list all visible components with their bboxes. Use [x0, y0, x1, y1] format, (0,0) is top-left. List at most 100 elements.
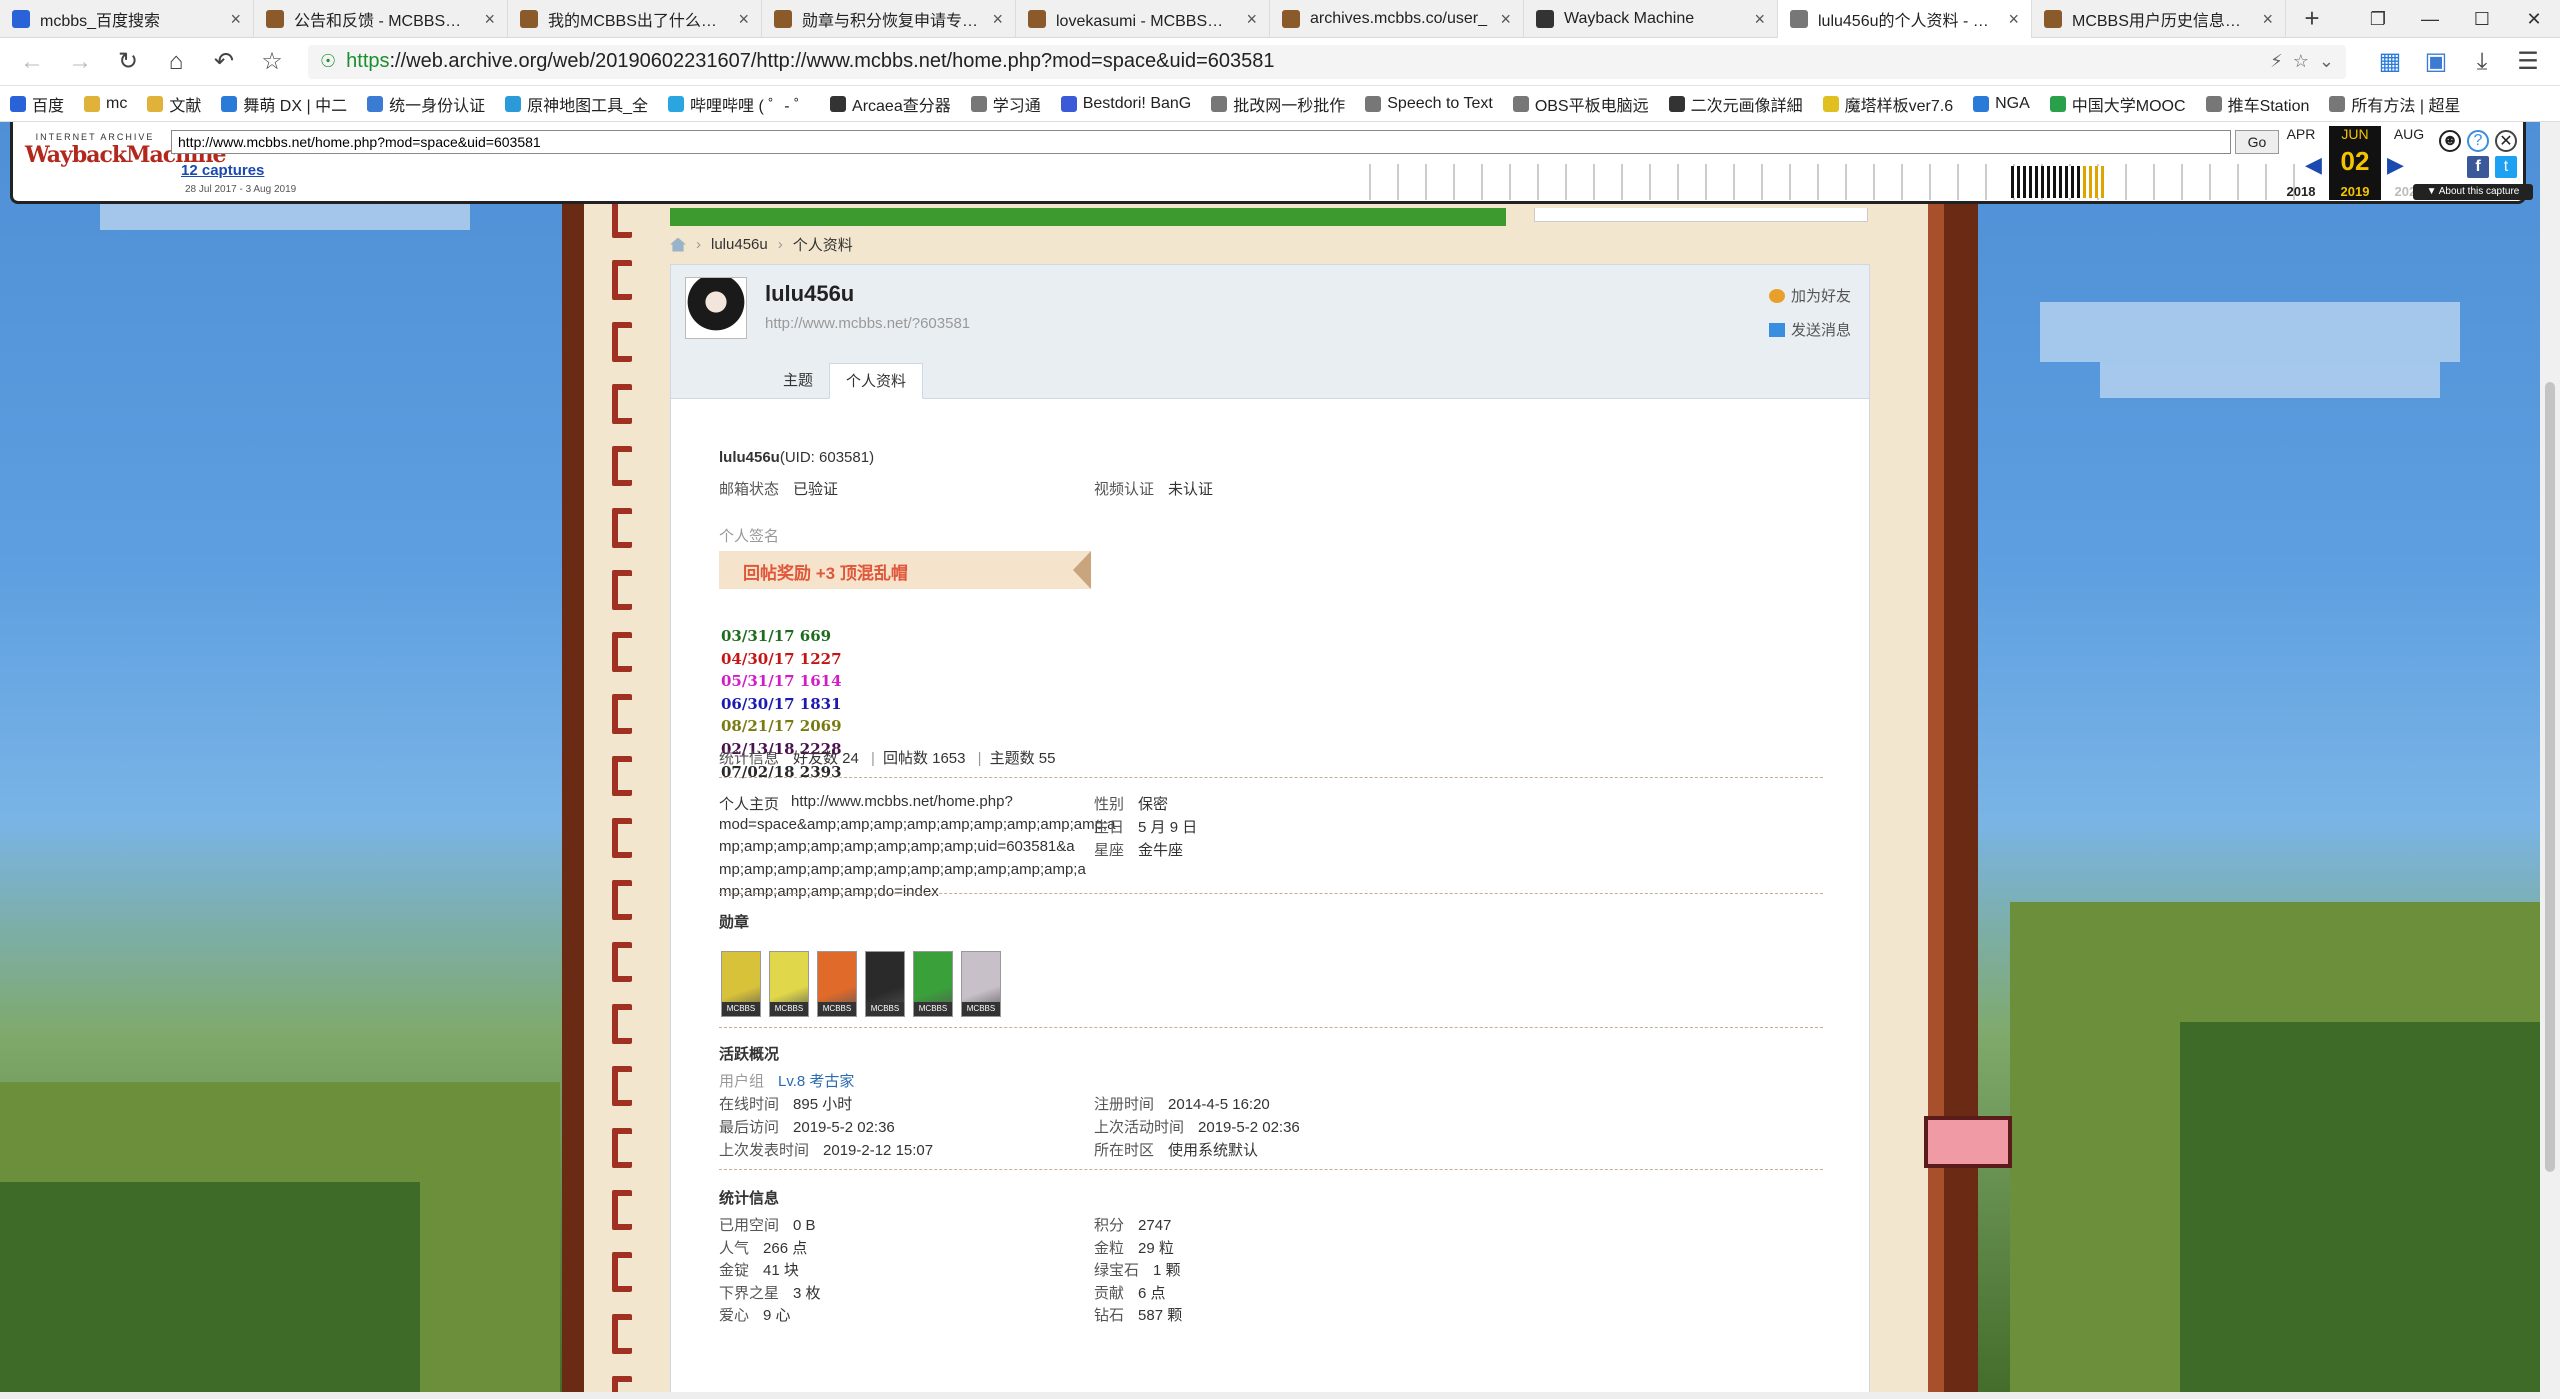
facebook-icon[interactable]: f	[2467, 156, 2489, 178]
bookmark-label: 二次元画像詳細	[1690, 97, 1803, 115]
translate-icon[interactable]: ▣	[2416, 42, 2456, 82]
wayback-sparkline[interactable]	[1343, 164, 2303, 200]
twitter-icon[interactable]: t	[2495, 156, 2517, 178]
black-medal[interactable]: MCBBS	[865, 951, 905, 1017]
prev-month[interactable]: APR 2018	[2275, 126, 2327, 199]
download-icon[interactable]: ⤓	[2462, 42, 2502, 82]
add-friend-button[interactable]: 加为好友	[1768, 285, 1851, 306]
minimize-icon[interactable]: —	[2404, 0, 2456, 38]
tab-favicon-icon	[12, 10, 30, 28]
signature-banner[interactable]: 回帖奖励 +3 顶混乱帽	[719, 551, 1091, 589]
prev-capture-icon[interactable]: ◀	[2305, 152, 2322, 178]
close-window-icon[interactable]: ✕	[2508, 0, 2560, 38]
scrollbar-thumb[interactable]	[2545, 382, 2555, 1172]
pickaxe-gold-medal[interactable]: MCBBS	[721, 951, 761, 1017]
wayback-url-input[interactable]	[171, 130, 2231, 154]
avatar[interactable]	[685, 277, 747, 339]
browser-tab[interactable]: lovekasumi - MCBBS纪念 ×	[1016, 0, 1270, 38]
bookmark-item[interactable]: 所有方法 | 超星	[2329, 92, 2460, 116]
browser-tab[interactable]: Wayback Machine ×	[1524, 0, 1778, 38]
bookmark-item[interactable]: 学习通	[970, 92, 1041, 116]
bookmark-item[interactable]: 推车Station	[2205, 92, 2309, 116]
next-capture-icon[interactable]: ▶	[2387, 152, 2404, 178]
maximize-icon[interactable]: ☐	[2456, 0, 2508, 38]
group-value[interactable]: Lv.8 考古家	[778, 1073, 854, 1090]
close-tab-icon[interactable]: ×	[738, 9, 749, 30]
browser-tab[interactable]: 勋章与积分恢复申请专贴 - ×	[762, 0, 1016, 38]
bookmark-item[interactable]: 哔哩哔哩 ( ゜- ゜	[668, 92, 810, 116]
stat-label: 贡献	[1094, 1284, 1125, 1302]
close-tab-icon[interactable]: ×	[1754, 9, 1765, 30]
browser-tab[interactable]: 公告和反馈 - MCBBS纪念 ×	[254, 0, 508, 38]
address-url[interactable]: https://web.archive.org/web/201906022316…	[346, 50, 2260, 73]
bookmark-item[interactable]: Speech to Text	[1365, 95, 1493, 113]
bookmark-item[interactable]: mc	[84, 95, 127, 113]
wayback-logo[interactable]: INTERNET ARCHIVE WaybackMachine	[25, 132, 226, 168]
tab-threads[interactable]: 主题	[767, 363, 829, 399]
orange-medal[interactable]: MCBBS	[817, 951, 857, 1017]
breadcrumb-user[interactable]: lulu456u	[711, 236, 768, 253]
wayback-go-button[interactable]: Go	[2235, 130, 2279, 154]
bookmark-item[interactable]: 原神地图工具_全	[505, 92, 648, 116]
grey-medal[interactable]: MCBBS	[961, 951, 1001, 1017]
help-icon[interactable]: ?	[2467, 130, 2489, 152]
forward-icon[interactable]: →	[60, 42, 100, 82]
user-icon[interactable]: ☻	[2439, 130, 2461, 152]
close-tab-icon[interactable]: ×	[484, 9, 495, 30]
browser-tab[interactable]: mcbbs_百度搜索 ×	[0, 0, 254, 38]
pickaxe-yellow-medal[interactable]: MCBBS	[769, 951, 809, 1017]
send-message-button[interactable]: 发送消息	[1768, 319, 1851, 340]
horizontal-scrollbar[interactable]	[0, 1392, 2540, 1399]
book-medal[interactable]: MCBBS	[913, 951, 953, 1017]
bookmark-item[interactable]: 舞萌 DX | 中二	[221, 92, 347, 116]
address-bar[interactable]: ☉ https://web.archive.org/web/2019060223…	[308, 44, 2346, 79]
friends-count[interactable]: 好友数 24	[793, 750, 859, 767]
reply-count[interactable]: 回帖数 1653	[883, 750, 966, 767]
home-icon[interactable]: ⌂	[156, 42, 196, 82]
flash-icon[interactable]: ⚡	[2270, 51, 2283, 72]
undo-icon[interactable]: ↶	[204, 42, 244, 82]
close-tab-icon[interactable]: ×	[2262, 9, 2273, 30]
bookmark-item[interactable]: 文献	[147, 92, 201, 116]
browser-tab[interactable]: lulu456u的个人资料 - Min ×	[1778, 0, 2032, 38]
bookmark-item[interactable]: OBS平板电脑远	[1512, 92, 1649, 116]
next-month[interactable]: AUG 2020	[2383, 126, 2435, 199]
chevron-down-icon[interactable]: ⌄	[2319, 51, 2334, 72]
menu-icon[interactable]: ☰	[2508, 42, 2548, 82]
back-icon[interactable]: ←	[12, 42, 52, 82]
about-capture-button[interactable]: ▼ About this capture	[2413, 184, 2533, 200]
video-status: 视频认证 未认证	[1094, 478, 1213, 499]
bookmark-item[interactable]: Bestdori! BanG	[1060, 94, 1192, 113]
browser-tab[interactable]: archives.mcbbs.co/user_ ×	[1270, 0, 1524, 38]
tab-profile[interactable]: 个人资料	[829, 363, 924, 399]
close-tab-icon[interactable]: ×	[992, 9, 1003, 30]
reload-icon[interactable]: ↻	[108, 42, 148, 82]
star-icon[interactable]: ☆	[252, 42, 292, 82]
bookmark-label: Bestdori! BanG	[1082, 94, 1192, 112]
thread-count[interactable]: 主题数 55	[990, 750, 1056, 767]
close-tab-icon[interactable]: ×	[1246, 9, 1257, 30]
wayback-captures-link[interactable]: 12 captures	[181, 162, 264, 179]
close-icon[interactable]: ✕	[2495, 130, 2517, 152]
user-link[interactable]: http://www.mcbbs.net/?603581	[765, 315, 970, 332]
bookmark-item[interactable]: 统一身份认证	[367, 92, 485, 116]
close-tab-icon[interactable]: ×	[1500, 9, 1511, 30]
bookmark-star-icon[interactable]: ☆	[2293, 51, 2309, 72]
username[interactable]: lulu456u	[765, 281, 854, 307]
browser-tab[interactable]: MCBBS用户历史信息查询 ×	[2032, 0, 2286, 38]
bookmark-item[interactable]: Arcaea查分器	[830, 92, 951, 116]
home-icon[interactable]	[670, 237, 686, 252]
bookmark-item[interactable]: 百度	[10, 92, 64, 116]
homepage-value[interactable]: http://www.mcbbs.net/home.php?	[791, 793, 1013, 810]
new-tab-button[interactable]: +	[2286, 0, 2338, 37]
bookmark-item[interactable]: 批改网一秒批作	[1211, 92, 1345, 116]
restore-tabs-icon[interactable]: ❐	[2352, 0, 2404, 38]
browser-tab[interactable]: 我的MCBBS出了什么问题? ×	[508, 0, 762, 38]
bookmark-item[interactable]: 二次元画像詳細	[1668, 92, 1803, 116]
bookmark-item[interactable]: NGA	[1973, 95, 2030, 113]
close-tab-icon[interactable]: ×	[2008, 9, 2019, 30]
bookmark-item[interactable]: 中国大学MOOC	[2049, 92, 2186, 116]
bookmark-item[interactable]: 魔塔样板ver7.6	[1822, 92, 1953, 116]
apps-icon[interactable]: ▦	[2370, 42, 2410, 82]
close-tab-icon[interactable]: ×	[230, 9, 241, 30]
